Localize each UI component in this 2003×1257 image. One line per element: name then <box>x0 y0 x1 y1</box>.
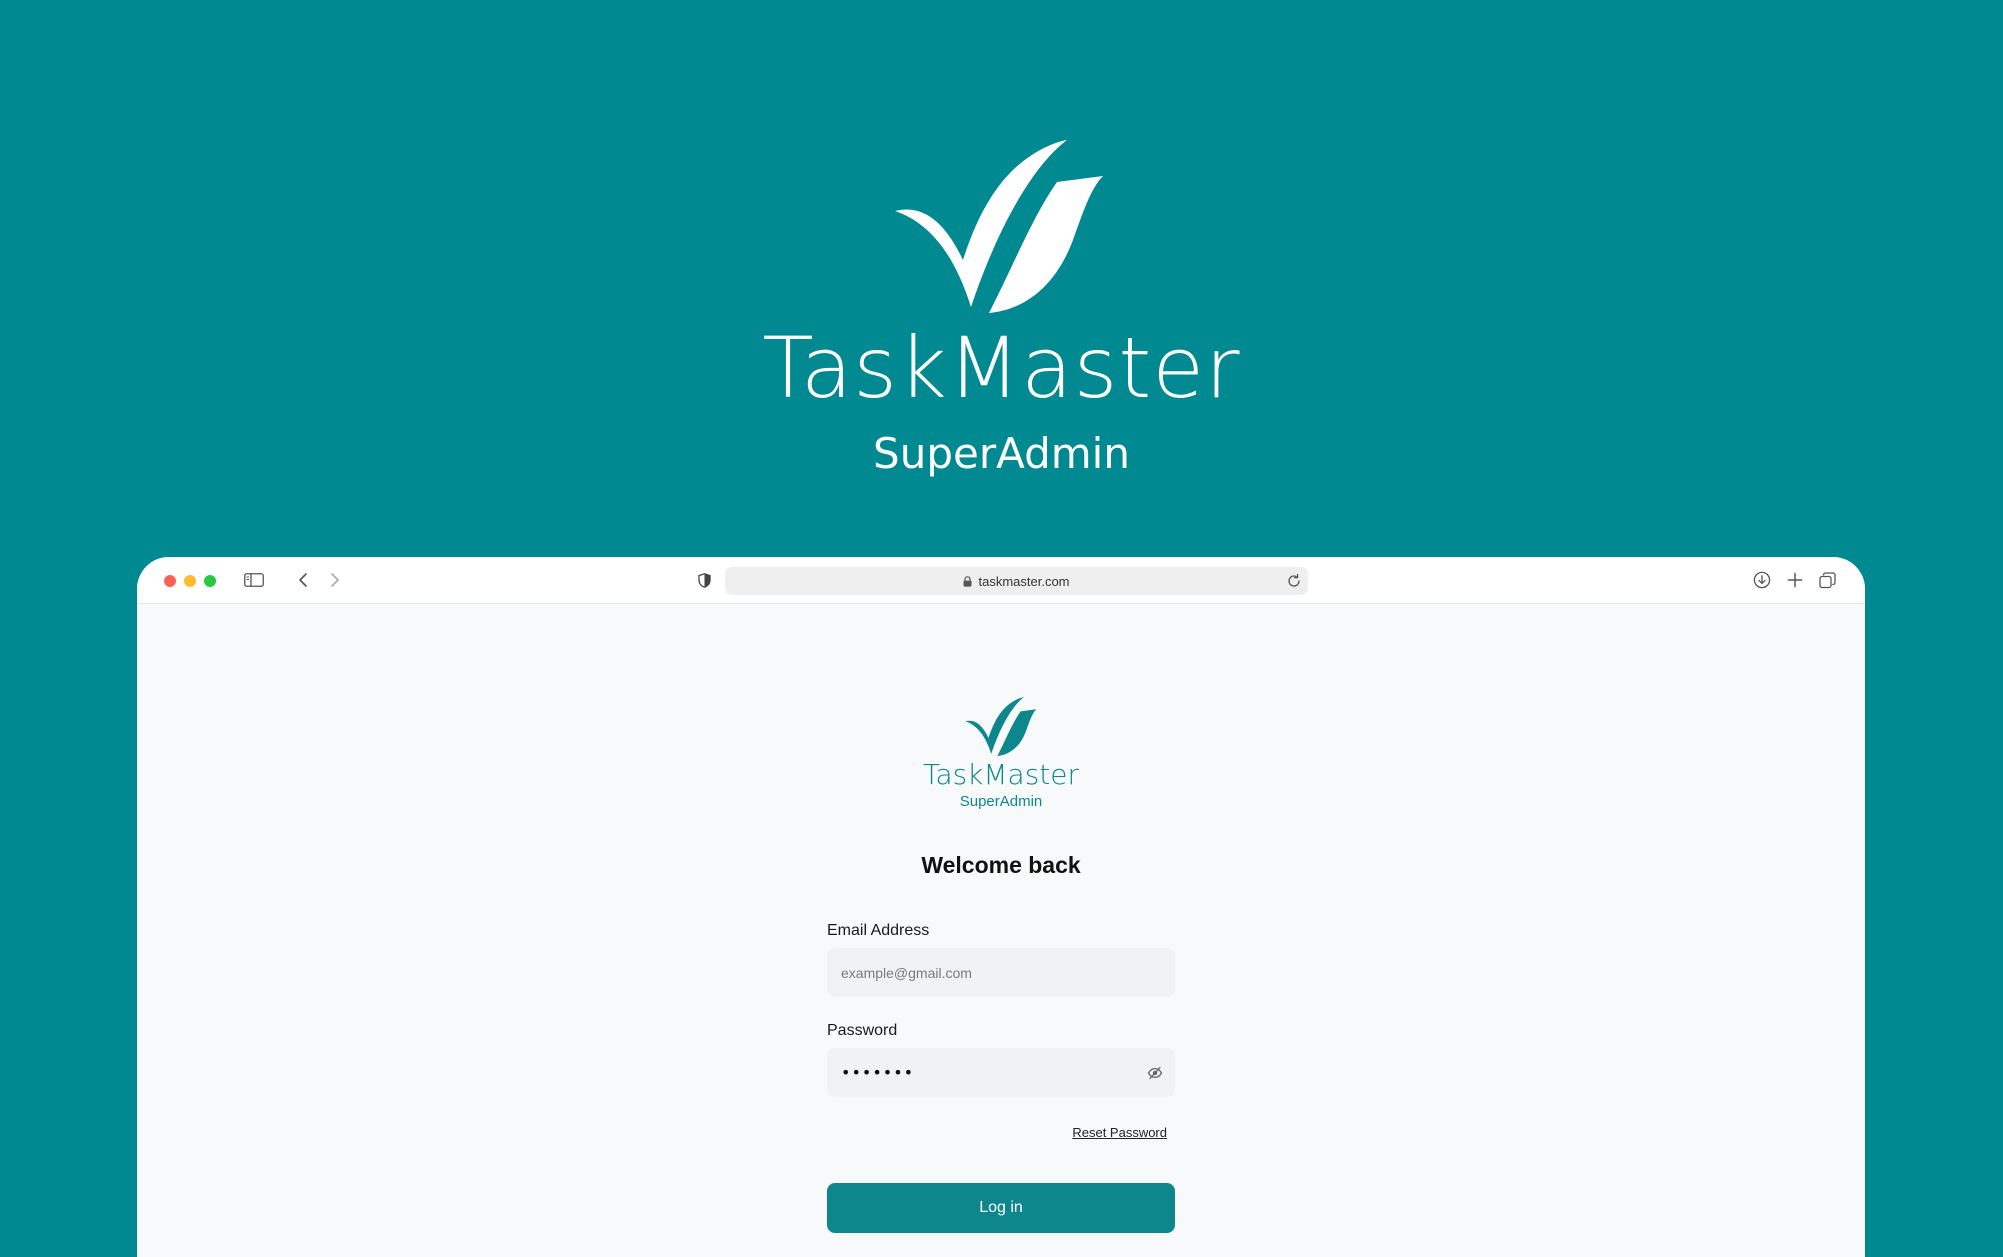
login-button[interactable]: Log in <box>827 1183 1175 1233</box>
browser-window: taskmaster.com TaskMaster SuperAdmin Wel… <box>137 557 1865 1257</box>
lock-icon <box>963 575 972 587</box>
email-label: Email Address <box>827 922 930 939</box>
password-label: Password <box>827 1022 898 1039</box>
checkmark-leaf-logo-icon <box>895 140 1103 313</box>
login-page: TaskMaster SuperAdmin Welcome back Email… <box>137 604 1865 1257</box>
welcome-heading: Welcome back <box>921 852 1081 878</box>
password-field[interactable]: ••••••• <box>827 1048 1175 1097</box>
address-content: taskmaster.com <box>725 567 1308 595</box>
window-minimize-button[interactable] <box>184 575 196 587</box>
hero-wordmark: TaskMaster <box>762 319 1241 417</box>
login-subtitle: SuperAdmin <box>959 793 1043 810</box>
hero-branding: TaskMaster SuperAdmin <box>0 0 2003 520</box>
browser-toolbar: taskmaster.com <box>137 557 1865 604</box>
login-wordmark: TaskMaster <box>922 758 1080 791</box>
email-field[interactable] <box>827 948 1175 997</box>
hero-subtitle: SuperAdmin <box>873 429 1130 478</box>
tabs-overview-icon[interactable] <box>1817 569 1837 591</box>
url-text: taskmaster.com <box>978 573 1070 589</box>
download-icon[interactable] <box>1752 569 1772 591</box>
chevron-left-icon[interactable] <box>295 569 311 591</box>
checkmark-leaf-logo-icon <box>965 697 1037 756</box>
sidebar-icon[interactable] <box>243 569 265 591</box>
reset-password-link[interactable]: Reset Password <box>1067 1125 1167 1141</box>
password-masked-value: ••••••• <box>841 1063 915 1082</box>
plus-icon[interactable] <box>1785 569 1805 591</box>
shield-icon[interactable] <box>696 569 712 591</box>
window-maximize-button[interactable] <box>204 575 216 587</box>
window-close-button[interactable] <box>164 575 176 587</box>
eye-off-icon[interactable] <box>1147 1065 1163 1081</box>
reload-icon[interactable] <box>1286 573 1302 589</box>
chevron-right-icon[interactable] <box>327 569 343 591</box>
address-bar[interactable]: taskmaster.com <box>725 567 1308 595</box>
